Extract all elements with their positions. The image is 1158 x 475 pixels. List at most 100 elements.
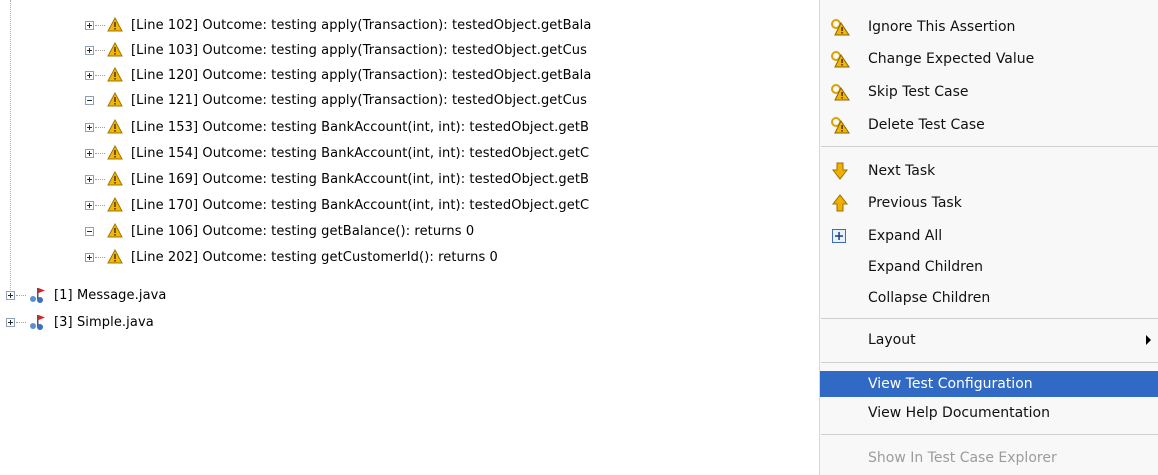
- tree-row-outcome[interactable]: [Line 103] Outcome: testing apply(Transa…: [85, 37, 587, 63]
- menu-item-previous-task[interactable]: Previous Task: [820, 190, 1158, 216]
- menu-item-label: Expand Children: [868, 259, 984, 275]
- menu-item-label: Change Expected Value: [868, 51, 1035, 67]
- menu-item-label: Layout: [868, 332, 916, 348]
- file-name: [3] Simple.java: [54, 314, 154, 330]
- warning-icon: [107, 145, 123, 160]
- key-warning-icon: [831, 51, 850, 68]
- tree-row-outcome[interactable]: [Line 153] Outcome: testing BankAccount(…: [85, 114, 589, 140]
- tree-row-outcome[interactable]: [Line 120] Outcome: testing apply(Transa…: [85, 62, 591, 88]
- tree-row-file[interactable]: [1] Message.java: [6, 282, 167, 308]
- expand-icon[interactable]: [85, 45, 94, 55]
- expand-icon[interactable]: [85, 122, 94, 132]
- tree-row-outcome[interactable]: [Line 169] Outcome: testing BankAccount(…: [85, 166, 589, 192]
- file-flag-icon: [30, 315, 45, 330]
- menu-separator: [821, 318, 1158, 319]
- menu-separator: [821, 362, 1158, 363]
- menu-item-collapse-children[interactable]: Collapse Children: [820, 285, 1158, 311]
- warning-icon: [107, 119, 123, 134]
- menu-item-label: View Test Configuration: [868, 376, 1033, 392]
- outcome-text: [Line 153] Outcome: testing BankAccount(…: [131, 119, 590, 135]
- expand-icon[interactable]: [85, 174, 94, 184]
- menu-item-label: Previous Task: [868, 195, 962, 211]
- tree-row-outcome[interactable]: [Line 154] Outcome: testing BankAccount(…: [85, 140, 589, 166]
- tree-connector: [95, 49, 105, 51]
- warning-icon: [107, 92, 123, 107]
- menu-item-skip-test-case[interactable]: Skip Test Case: [820, 79, 1158, 105]
- tree-connector: [95, 152, 105, 154]
- outcome-text: [Line 170] Outcome: testing BankAccount(…: [131, 197, 590, 213]
- outcome-text: [Line 121] Outcome: testing apply(Transa…: [131, 92, 587, 108]
- tree-connector: [16, 321, 26, 323]
- warning-icon: [107, 42, 123, 57]
- file-name: [1] Message.java: [54, 287, 167, 303]
- menu-item-label: Ignore This Assertion: [868, 19, 1016, 35]
- outcome-text: [Line 120] Outcome: testing apply(Transa…: [131, 67, 592, 83]
- warning-icon: [107, 249, 123, 264]
- warning-icon: [107, 197, 123, 212]
- tree-guide-line: [10, 0, 11, 300]
- expand-icon[interactable]: [85, 148, 94, 158]
- outcome-text: [Line 103] Outcome: testing apply(Transa…: [131, 42, 587, 58]
- expand-icon[interactable]: [85, 252, 94, 262]
- tree-row-outcome[interactable]: [Line 121] Outcome: testing apply(Transa…: [85, 87, 587, 113]
- key-warning-icon: [831, 117, 850, 134]
- expand-icon[interactable]: [85, 20, 94, 30]
- tree-row-outcome[interactable]: [Line 102] Outcome: testing apply(Transa…: [85, 12, 591, 38]
- test-results-tree: [Line 102] Outcome: testing apply(Transa…: [0, 0, 820, 475]
- outcome-text: [Line 202] Outcome: testing getCustomerI…: [131, 249, 498, 265]
- tree-connector: [95, 126, 105, 128]
- tree-row-file[interactable]: [3] Simple.java: [6, 309, 154, 335]
- tree-connector: [95, 204, 105, 206]
- tree-connector: [95, 256, 105, 258]
- menu-item-ignore-assertion[interactable]: Ignore This Assertion: [820, 14, 1158, 40]
- tree-connector: [95, 24, 105, 26]
- file-flag-icon: [30, 288, 45, 303]
- tree-connector: [95, 231, 105, 232]
- expand-icon[interactable]: [6, 317, 15, 327]
- outcome-text: [Line 154] Outcome: testing BankAccount(…: [131, 145, 590, 161]
- menu-item-change-expected-value[interactable]: Change Expected Value: [820, 46, 1158, 72]
- outcome-text: [Line 169] Outcome: testing BankAccount(…: [131, 171, 590, 187]
- arrow-up-icon: [831, 194, 849, 212]
- menu-item-label: Delete Test Case: [868, 117, 985, 133]
- context-menu: Ignore This Assertion Change Expected Va…: [819, 0, 1158, 475]
- tree-connector: [95, 178, 105, 180]
- arrow-down-icon: [831, 162, 849, 180]
- menu-item-expand-all[interactable]: Expand All: [820, 223, 1158, 249]
- warning-icon: [107, 67, 123, 82]
- expand-all-icon: [832, 229, 846, 243]
- menu-item-show-in-test-case-explorer[interactable]: Show In Test Case Explorer: [820, 445, 1158, 471]
- tree-connector: [16, 294, 26, 296]
- menu-separator: [821, 434, 1158, 435]
- menu-item-delete-test-case[interactable]: Delete Test Case: [820, 112, 1158, 138]
- menu-item-label: View Help Documentation: [868, 405, 1050, 421]
- tree-row-outcome[interactable]: [Line 170] Outcome: testing BankAccount(…: [85, 192, 589, 218]
- menu-item-view-test-configuration[interactable]: View Test Configuration: [820, 371, 1158, 397]
- key-warning-icon: [831, 19, 850, 36]
- menu-item-label: Collapse Children: [868, 290, 991, 306]
- tree-row-outcome[interactable]: [Line 106] Outcome: testing getBalance()…: [85, 218, 474, 244]
- menu-separator: [821, 146, 1158, 147]
- menu-item-label: Show In Test Case Explorer: [868, 450, 1057, 466]
- expand-icon[interactable]: [6, 290, 15, 300]
- warning-icon: [107, 17, 123, 32]
- tree-row-outcome[interactable]: [Line 202] Outcome: testing getCustomerI…: [85, 244, 498, 270]
- warning-icon: [107, 223, 123, 238]
- collapse-icon[interactable]: [85, 95, 94, 105]
- menu-item-view-help-documentation[interactable]: View Help Documentation: [820, 400, 1158, 426]
- tree-connector: [95, 100, 105, 101]
- menu-item-expand-children[interactable]: Expand Children: [820, 254, 1158, 280]
- warning-icon: [107, 171, 123, 186]
- outcome-text: [Line 106] Outcome: testing getBalance()…: [131, 223, 475, 239]
- menu-item-layout[interactable]: Layout: [820, 327, 1158, 353]
- menu-item-next-task[interactable]: Next Task: [820, 158, 1158, 184]
- outcome-text: [Line 102] Outcome: testing apply(Transa…: [131, 17, 592, 33]
- menu-item-label: Expand All: [868, 228, 943, 244]
- key-warning-icon: [831, 84, 850, 101]
- expand-icon[interactable]: [85, 200, 94, 210]
- menu-item-label: Next Task: [868, 163, 936, 179]
- expand-icon[interactable]: [85, 70, 94, 80]
- tree-connector: [95, 74, 105, 76]
- collapse-icon[interactable]: [85, 226, 94, 236]
- submenu-arrow-icon: [1146, 335, 1151, 345]
